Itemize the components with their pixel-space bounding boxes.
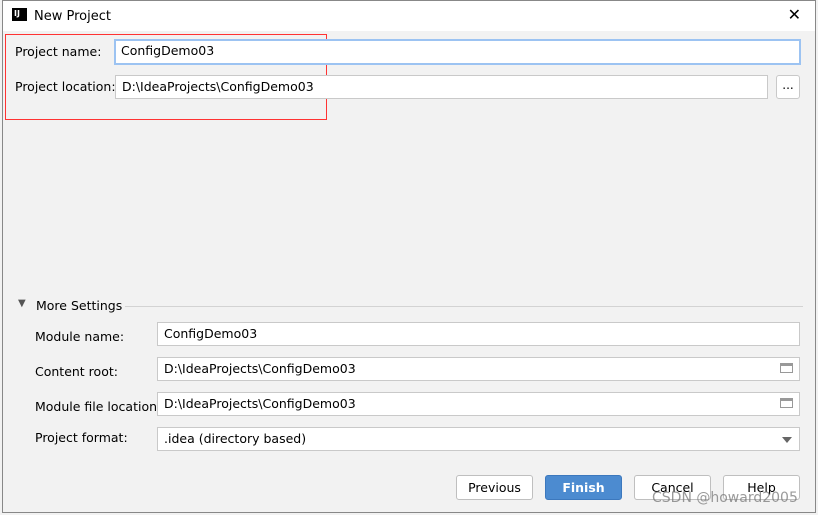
previous-button[interactable]: Previous bbox=[456, 475, 533, 500]
project-name-label: Project name: bbox=[15, 44, 102, 59]
module-file-location-label: Module file location: bbox=[35, 399, 162, 414]
intellij-logo-icon: IJ bbox=[12, 8, 27, 23]
more-settings-toggle[interactable]: More Settings bbox=[36, 298, 122, 313]
title-bar: IJ New Project ✕ bbox=[3, 1, 815, 31]
dialog-title: New Project bbox=[34, 9, 111, 24]
divider bbox=[125, 306, 803, 307]
close-icon[interactable]: ✕ bbox=[788, 5, 801, 24]
module-file-location-value: D:\IdeaProjects\ConfigDemo03 bbox=[164, 396, 356, 411]
project-name-input[interactable]: ConfigDemo03 bbox=[114, 39, 801, 65]
dropdown-arrow-icon bbox=[782, 437, 792, 443]
content-root-label: Content root: bbox=[35, 364, 118, 379]
project-location-label: Project location: bbox=[15, 79, 116, 94]
module-file-location-input[interactable]: D:\IdeaProjects\ConfigDemo03 bbox=[157, 392, 800, 416]
module-name-input[interactable]: ConfigDemo03 bbox=[157, 322, 800, 346]
project-format-select[interactable]: .idea (directory based) bbox=[157, 427, 800, 451]
project-format-value: .idea (directory based) bbox=[164, 431, 307, 446]
module-name-label: Module name: bbox=[35, 329, 125, 344]
project-location-input[interactable]: D:\IdeaProjects\ConfigDemo03 bbox=[115, 75, 768, 99]
browse-button[interactable]: ... bbox=[776, 75, 800, 99]
watermark: CSDN @howard2005 bbox=[652, 490, 798, 506]
finish-button[interactable]: Finish bbox=[545, 475, 622, 500]
folder-icon[interactable] bbox=[780, 363, 793, 373]
content-root-input[interactable]: D:\IdeaProjects\ConfigDemo03 bbox=[157, 357, 800, 381]
collapse-triangle-icon[interactable]: ▼ bbox=[18, 298, 26, 309]
folder-icon[interactable] bbox=[780, 398, 793, 408]
project-format-label: Project format: bbox=[35, 430, 128, 445]
content-root-value: D:\IdeaProjects\ConfigDemo03 bbox=[164, 361, 356, 376]
